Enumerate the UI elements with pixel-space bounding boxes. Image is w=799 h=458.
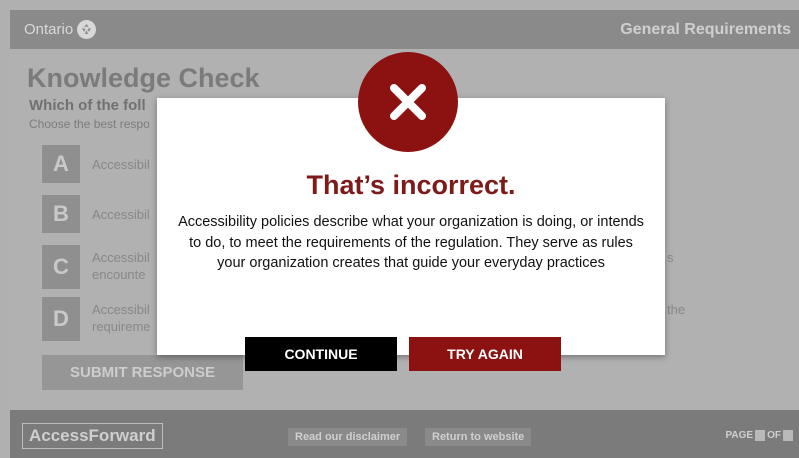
page-title: Knowledge Check [27, 63, 260, 93]
dialog-title: That’s incorrect. [306, 170, 516, 200]
instruction-text: Choose the best respo [29, 117, 150, 131]
continue-button[interactable]: CONTINUE [245, 337, 397, 371]
option-letter: C [42, 245, 80, 289]
footer-bar: AccessForward Read our disclaimer Return… [10, 410, 799, 458]
section-title: General Requirements [620, 20, 791, 38]
trillium-logo-icon [77, 20, 97, 39]
option-letter: B [42, 195, 80, 233]
total-pages-box [783, 430, 793, 441]
incorrect-x-icon [358, 52, 458, 152]
option-text-tail: s [667, 250, 674, 265]
return-to-website-link[interactable]: Return to website [425, 428, 532, 446]
current-page-box [755, 430, 766, 441]
ontario-brand: Ontario [24, 20, 97, 39]
top-header: Ontario General Requirements [10, 10, 799, 49]
submit-response-button[interactable]: SUBMIT RESPONSE [42, 355, 243, 390]
option-letter: D [42, 297, 80, 341]
option-letter: A [42, 145, 80, 183]
question-text: Which of the foll [29, 97, 146, 114]
page-label: PAGE [725, 430, 754, 441]
of-label: OF [767, 430, 781, 441]
try-again-button[interactable]: TRY AGAIN [409, 337, 561, 371]
disclaimer-link[interactable]: Read our disclaimer [288, 428, 408, 446]
option-text-tail: the [667, 302, 686, 317]
dialog-message: Accessibility policies describe what you… [178, 214, 644, 271]
accessforward-logo[interactable]: AccessForward [22, 423, 163, 449]
page-indicator: PAGE OF [725, 430, 793, 441]
brand-label: Ontario [24, 21, 74, 38]
